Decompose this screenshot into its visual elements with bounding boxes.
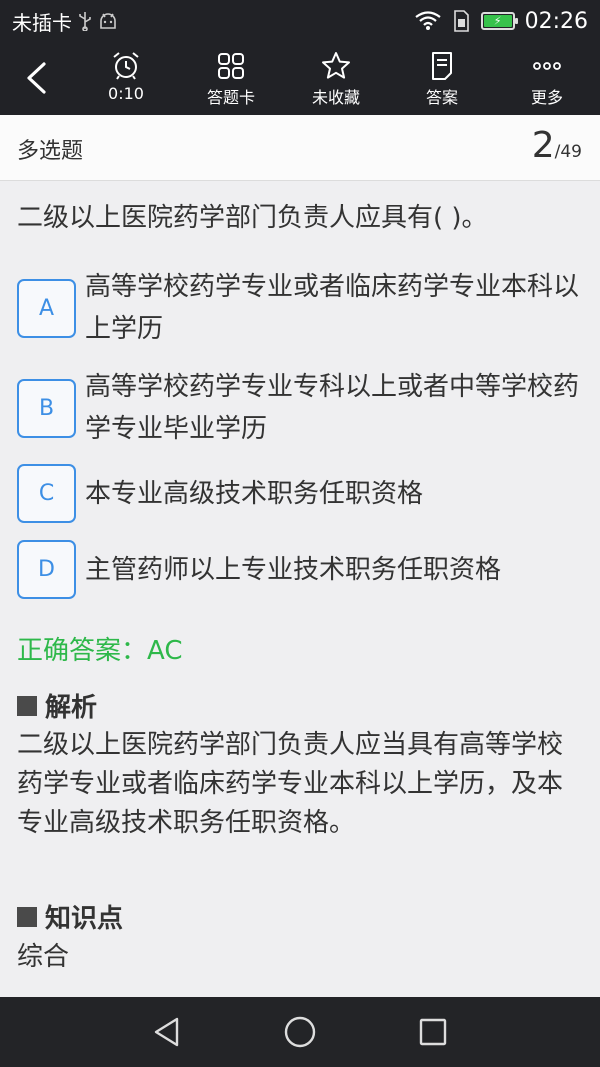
square-recents-icon <box>420 1018 447 1046</box>
option-letter[interactable]: D <box>17 540 76 599</box>
option-text: 本专业高级技术职务任职资格 <box>85 478 424 509</box>
option-letter[interactable]: B <box>17 378 76 438</box>
total-questions: /49 <box>554 142 582 162</box>
question-counter: 2 /49 <box>532 125 582 166</box>
answer-label: 答案 <box>425 88 458 107</box>
timer-label: 0:10 <box>108 84 144 103</box>
nav-back-button[interactable] <box>137 1002 197 1062</box>
question-header: 多选题 2 /49 <box>0 115 600 181</box>
question-text: 二级以上医院药学部门负责人应具有( )。 <box>17 203 488 233</box>
more-label: 更多 <box>530 88 563 107</box>
nav-recents-button[interactable] <box>403 1002 463 1062</box>
favorite-button[interactable]: 未收藏 <box>291 50 381 110</box>
answer-card-button[interactable]: 答题卡 <box>186 50 276 110</box>
back-button[interactable] <box>14 56 58 100</box>
knowledge-title-text: 知识点 <box>45 904 124 934</box>
timer-button[interactable]: 0:10 <box>81 50 171 110</box>
wifi-icon <box>414 11 441 31</box>
chevron-left-icon <box>27 62 46 94</box>
circle-home-icon <box>284 1016 316 1048</box>
more-button[interactable]: 更多 <box>502 50 592 110</box>
option-c[interactable]: C 本专业高级技术职务任职资格 <box>17 464 587 523</box>
option-text: 主管药师以上专业技术职务任职资格 <box>85 554 502 585</box>
answer-card-label: 答题卡 <box>206 88 255 107</box>
analysis-title: 解析 <box>17 687 97 724</box>
document-icon <box>432 52 452 80</box>
answer-button[interactable]: 答案 <box>397 50 487 110</box>
nav-home-button[interactable] <box>270 1002 330 1062</box>
square-bullet-icon <box>17 906 37 927</box>
analysis-title-text: 解析 <box>45 693 98 723</box>
option-letter[interactable]: A <box>17 278 76 338</box>
analysis-body: 二级以上医院药学部门负责人应当具有高等学校药学专业或者临床药学专业本科以上学历，… <box>17 730 564 838</box>
triangle-back-icon <box>154 1017 178 1047</box>
favorite-label: 未收藏 <box>311 88 360 107</box>
grid-icon <box>218 53 244 79</box>
option-a[interactable]: A 高等学校药学专业或者临床药学专业本科以上学历 <box>17 266 587 350</box>
knowledge-body: 综合 <box>17 942 70 972</box>
battery-icon: ⚡ <box>480 12 518 30</box>
option-text: 高等学校药学专业专科以上或者中等学校药学专业毕业学历 <box>85 372 580 444</box>
question-content: 二级以上医院药学部门负责人应具有( )。 A 高等学校药学专业或者临床药学专业本… <box>0 182 600 997</box>
square-bullet-icon <box>17 695 37 716</box>
option-text: 高等学校药学专业或者临床药学专业本科以上学历 <box>85 272 580 344</box>
correct-answer: 正确答案：AC <box>17 636 183 666</box>
sim-icon <box>451 10 471 32</box>
android-debug-icon <box>98 12 118 30</box>
usb-icon <box>78 11 92 31</box>
carrier-label: 未插卡 <box>12 10 72 35</box>
option-b[interactable]: B 高等学校药学专业专科以上或者中等学校药学专业毕业学历 <box>17 366 587 450</box>
alarm-clock-icon <box>113 52 139 80</box>
option-d[interactable]: D 主管药师以上专业技术职务任职资格 <box>17 540 587 599</box>
clock: 02:26 <box>524 8 588 34</box>
status-bar: 未插卡 ⚡ 02:26 <box>0 0 600 42</box>
knowledge-title: 知识点 <box>17 898 123 935</box>
system-nav-bar <box>0 997 600 1067</box>
current-question-number: 2 <box>531 125 555 166</box>
star-icon <box>322 52 350 79</box>
option-letter[interactable]: C <box>17 464 76 523</box>
more-dots-icon <box>533 62 561 70</box>
question-type: 多选题 <box>17 139 84 164</box>
toolbar: 0:10 答题卡 未收藏 答案 更多 <box>0 42 600 115</box>
